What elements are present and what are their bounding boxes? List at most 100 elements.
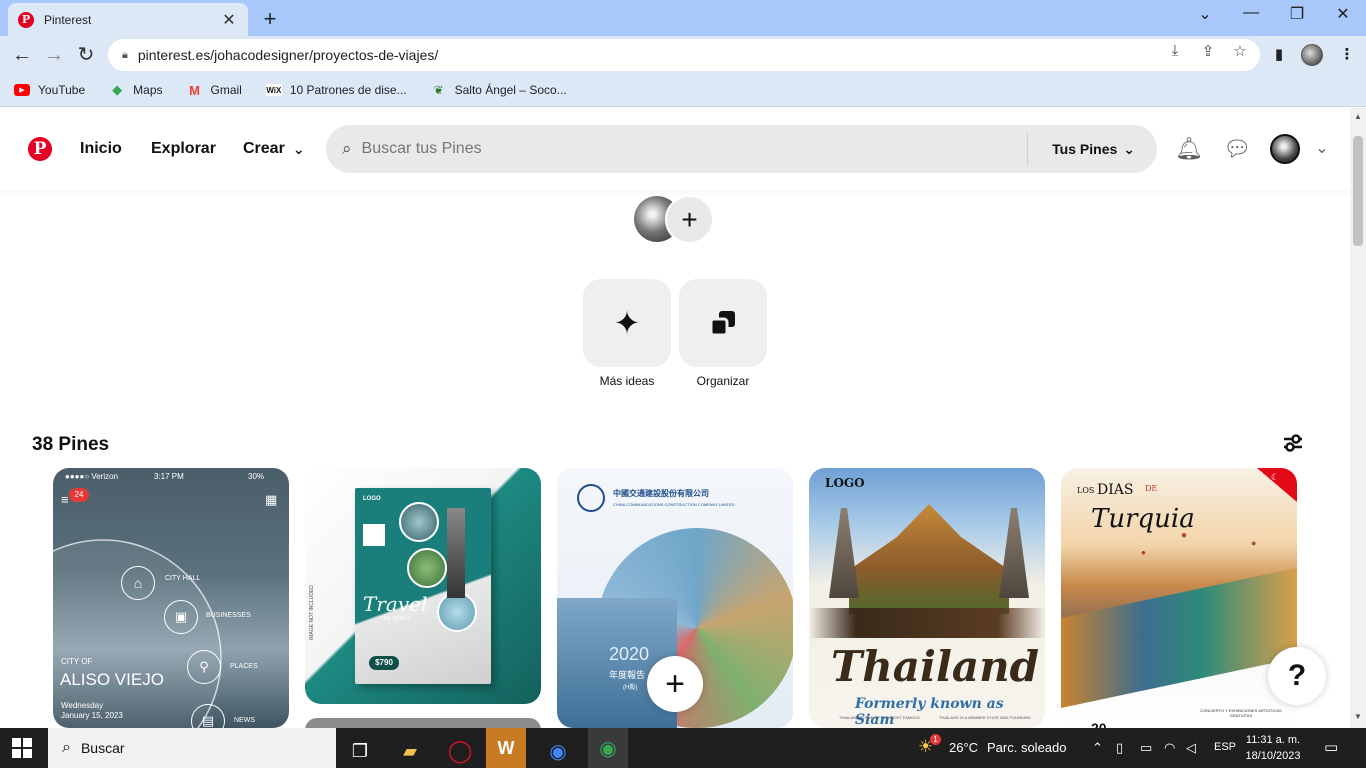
your-pins-filter[interactable]: Tus Pines ⌄: [1052, 141, 1135, 158]
bookmark-label: Maps: [133, 83, 163, 97]
taskbar-search[interactable]: ⌕ Buscar: [48, 728, 336, 768]
search-input[interactable]: Buscar tus Pines: [362, 140, 1028, 158]
account-chevron-icon[interactable]: ⌄: [1308, 138, 1336, 158]
pin-turquia-title: Turquia: [1091, 504, 1195, 534]
scroll-thumb[interactable]: [1353, 136, 1363, 246]
bookmark-gmail[interactable]: M Gmail: [187, 83, 242, 98]
photo-circle: [407, 548, 447, 588]
waves-app-icon[interactable]: W: [486, 728, 526, 768]
clock-time: 11:31 a. m.: [1245, 734, 1301, 746]
tower-image: [447, 508, 465, 598]
lock-icon[interactable]: 🔒︎: [122, 49, 128, 62]
bookmark-youtube[interactable]: ▶ YouTube: [14, 83, 85, 97]
statue-right-image: [999, 508, 1029, 598]
bookmarks-bar: ▶ YouTube ◆ Maps M Gmail WiX 10 Patrones…: [0, 74, 1366, 107]
add-pin-button[interactable]: +: [647, 656, 703, 712]
notifications-center-icon[interactable]: ▭: [1324, 738, 1338, 756]
bookmark-wix[interactable]: WiX 10 Patrones de dise...: [265, 83, 407, 97]
taskbar-clock[interactable]: 11:31 a. m. 18/10/2023: [1243, 732, 1303, 764]
nav-crear[interactable]: Crear ⌄: [243, 140, 305, 158]
balloon-icon: ●: [1181, 530, 1188, 541]
volume-icon[interactable]: ◁: [1186, 740, 1196, 756]
pin-card[interactable]: LOGO Thailand Formerly known as Siam THA…: [809, 468, 1045, 728]
minimize-icon[interactable]: —: [1236, 4, 1266, 22]
chrome-active-icon[interactable]: ◉: [588, 728, 628, 768]
pin-city-of-label: CITY OF: [61, 657, 93, 666]
weather-temp[interactable]: 26°C: [949, 740, 978, 755]
organize-action[interactable]: Organizar: [679, 279, 767, 388]
notifications-bell-icon[interactable]: 🔔︎: [1175, 136, 1203, 162]
wix-icon: WiX: [265, 84, 282, 96]
taskbar-search-input[interactable]: Buscar: [81, 740, 125, 756]
bookmark-label: YouTube: [38, 83, 86, 97]
company-logo-icon: [577, 484, 605, 512]
reload-icon[interactable]: ↻: [74, 44, 98, 66]
forward-icon[interactable]: →: [42, 44, 66, 66]
pin-places-label: PLACES: [230, 663, 258, 670]
nav-explorar[interactable]: Explorar: [151, 140, 216, 158]
pin-search-bar[interactable]: ⌕ Buscar tus Pines Tus Pines ⌄: [326, 125, 1157, 173]
messages-icon[interactable]: 💬︎: [1223, 136, 1251, 162]
bookmark-label: 10 Patrones de dise...: [289, 83, 407, 97]
add-collaborator-button[interactable]: +: [665, 195, 714, 244]
tray-chevron-up-icon[interactable]: ⌃: [1092, 740, 1103, 756]
chevron-down-icon: ⌄: [1123, 140, 1135, 157]
bookmark-maps[interactable]: ◆ Maps: [109, 82, 163, 97]
battery-icon[interactable]: ▭: [1140, 740, 1152, 756]
sparkle-icon[interactable]: ✦: [583, 279, 671, 367]
nav-inicio[interactable]: Inicio: [80, 140, 122, 158]
share-icon[interactable]: ⇪: [1197, 42, 1219, 60]
browser-tab-pinterest[interactable]: P Pinterest ✕: [8, 3, 248, 36]
filter-options-icon[interactable]: [1280, 432, 1306, 460]
back-icon[interactable]: ←: [10, 44, 34, 66]
pin-city-name: ALISO VIEJO: [60, 670, 164, 689]
pin-logo-label: LOGO: [825, 476, 865, 490]
weather-desc[interactable]: Parc. soleado: [987, 740, 1067, 755]
address-bar[interactable]: 🔒︎ pinterest.es/johacodesigner/proyectos…: [108, 39, 1260, 71]
chrome-icon[interactable]: ◉: [538, 734, 578, 768]
wifi-icon[interactable]: ◠: [1164, 740, 1175, 756]
bookmark-salto-angel[interactable]: ❦ Salto Ángel – Soco...: [431, 83, 567, 97]
page-scrollbar[interactable]: ▲ ▼: [1350, 108, 1366, 728]
briefcase-icon: ▣: [164, 600, 198, 634]
language-indicator[interactable]: ESP: [1214, 741, 1236, 753]
pin-card[interactable]: LOGO Travel THE WORLD $790 IMAGE NOT INC…: [305, 468, 541, 704]
install-app-icon[interactable]: ⤓: [1164, 42, 1186, 59]
pin-thailand-title: Thailand: [831, 642, 1040, 691]
pin-card[interactable]: ●●●●○ Verizon 3:17 PM 30% ≡ 24 ▦ ⌂ CITY …: [53, 468, 289, 728]
file-explorer-icon[interactable]: ▰: [390, 734, 430, 768]
chrome-menu-icon[interactable]: ⋮: [1336, 45, 1358, 63]
windows-start-icon[interactable]: [12, 738, 32, 758]
bookmark-star-icon[interactable]: ☆: [1229, 42, 1251, 60]
tab-search-chevron-icon[interactable]: ⌄: [1190, 4, 1220, 24]
scroll-down-icon[interactable]: ▼: [1350, 712, 1366, 721]
pin-de-label: DE: [1145, 484, 1158, 493]
pin-status-time: 3:17 PM: [154, 472, 184, 481]
browser-toolbar: ← → ↻ 🔒︎ pinterest.es/johacodesigner/pro…: [0, 36, 1366, 74]
more-ideas-action[interactable]: ✦ Más ideas: [583, 279, 671, 388]
weather-badge: 1: [930, 734, 941, 745]
new-tab-icon[interactable]: +: [258, 6, 282, 32]
close-tab-icon[interactable]: ✕: [220, 10, 238, 30]
search-icon: ⌕: [342, 139, 352, 158]
opera-icon[interactable]: ◯: [440, 734, 480, 768]
task-view-icon[interactable]: ❐: [340, 734, 380, 768]
scroll-up-icon[interactable]: ▲: [1350, 112, 1366, 121]
window-close-icon[interactable]: ✕: [1328, 4, 1358, 24]
user-avatar[interactable]: [1270, 134, 1300, 164]
side-panel-icon[interactable]: ▮: [1268, 45, 1290, 63]
url-text[interactable]: pinterest.es/johacodesigner/proyectos-de…: [138, 47, 438, 63]
organize-squares-icon: [709, 311, 735, 337]
profile-avatar[interactable]: [1301, 44, 1323, 66]
restore-icon[interactable]: ❐: [1282, 4, 1312, 24]
pin-small-text: THAILAND IS A MEMBER STATE AND FOUNDING: [939, 715, 1031, 720]
pinterest-logo-icon[interactable]: P: [28, 137, 52, 161]
help-button[interactable]: ?: [1268, 647, 1326, 705]
hamburger-menu-icon: ≡: [61, 492, 69, 507]
organize-icon[interactable]: [679, 279, 767, 367]
clock-date: 18/10/2023: [1245, 750, 1301, 762]
device-icon[interactable]: ▯: [1116, 740, 1123, 756]
chevron-down-icon: ⌄: [292, 140, 305, 157]
pin-company-name: 中國交通建設股份有限公司: [613, 489, 709, 498]
pin-card[interactable]: ☾ LOS DIAS DE Turquia ● ● ● 20 CONCIERTO…: [1061, 468, 1297, 728]
